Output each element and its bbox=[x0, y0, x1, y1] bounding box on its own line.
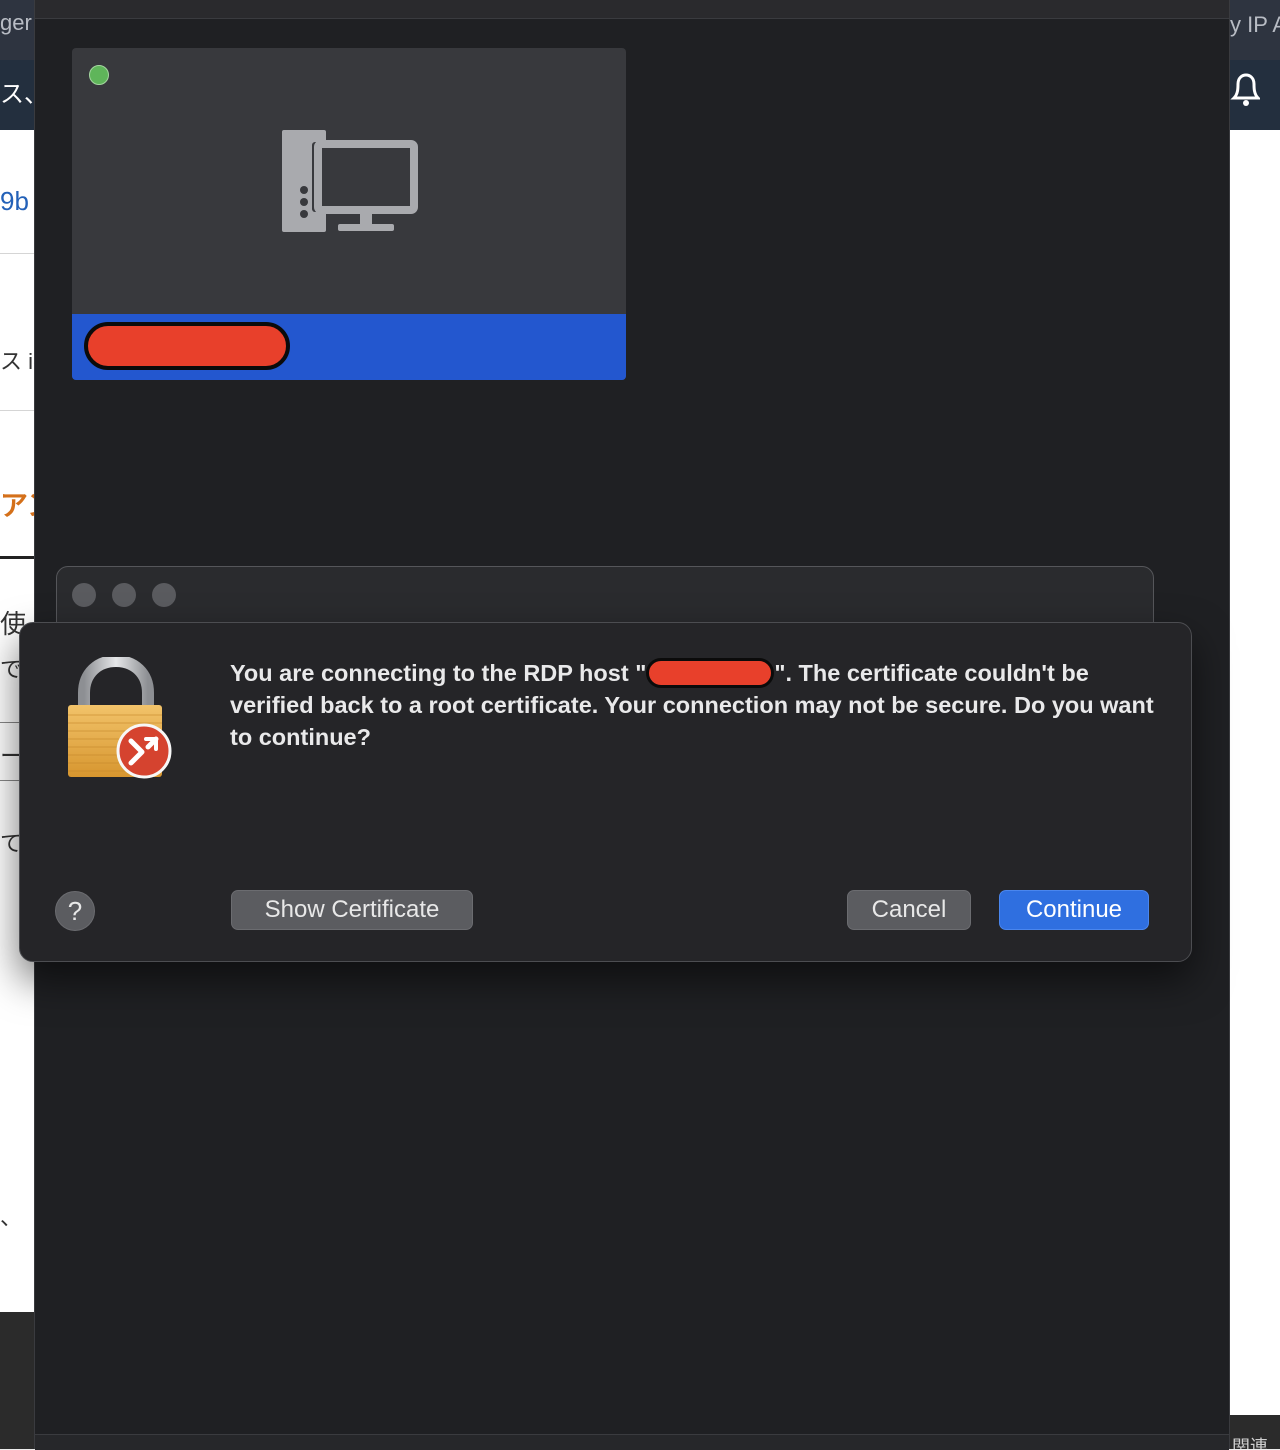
window-bottom-bar bbox=[35, 1434, 1229, 1450]
dialog-message-part: You are connecting to the RDP host " bbox=[230, 660, 647, 686]
dialog-message: You are connecting to the RDP host " ". T… bbox=[230, 657, 1160, 753]
continue-button[interactable]: Continue bbox=[999, 890, 1149, 930]
background-footer: 関連 bbox=[1230, 1415, 1280, 1449]
background-text: 関連 bbox=[1232, 1437, 1268, 1449]
background-divider bbox=[0, 253, 34, 254]
desktop-pc-icon bbox=[282, 130, 418, 232]
window-minimize-button[interactable] bbox=[112, 583, 136, 607]
window-zoom-button[interactable] bbox=[152, 583, 176, 607]
background-navbar bbox=[1230, 60, 1280, 130]
certificate-warning-dialog: You are connecting to the RDP host " ". T… bbox=[19, 622, 1192, 962]
pc-name-bar bbox=[72, 314, 626, 380]
show-certificate-button[interactable]: Show Certificate bbox=[231, 890, 473, 930]
background-link: 9b bbox=[0, 186, 29, 216]
redacted-pc-name bbox=[84, 322, 290, 370]
cancel-button[interactable]: Cancel bbox=[847, 890, 971, 930]
pc-connection-tile[interactable] bbox=[72, 48, 626, 380]
background-divider bbox=[0, 556, 34, 559]
window-titlebar[interactable] bbox=[35, 0, 1229, 19]
background-browser-tabbar: ger bbox=[0, 0, 34, 60]
background-page-right: y IP A 関連 bbox=[1230, 0, 1280, 1449]
background-footer bbox=[0, 1312, 34, 1449]
background-text: 、 bbox=[0, 1205, 23, 1230]
background-navbar: ス、 bbox=[0, 60, 34, 130]
background-text: ger bbox=[0, 10, 32, 35]
background-text: ス i- bbox=[0, 349, 34, 374]
window-close-button[interactable] bbox=[72, 583, 96, 607]
redacted-host-name bbox=[646, 658, 775, 688]
background-text: y IP A bbox=[1230, 12, 1280, 37]
background-heading: アン bbox=[0, 490, 34, 521]
background-text: ス、 bbox=[0, 81, 34, 108]
background-browser-tabbar: y IP A bbox=[1230, 0, 1280, 60]
lock-rdp-icon bbox=[68, 657, 172, 779]
background-divider bbox=[0, 410, 34, 411]
help-button[interactable]: ? bbox=[55, 891, 95, 931]
bell-icon bbox=[1230, 73, 1260, 106]
status-indicator-online bbox=[89, 65, 109, 85]
